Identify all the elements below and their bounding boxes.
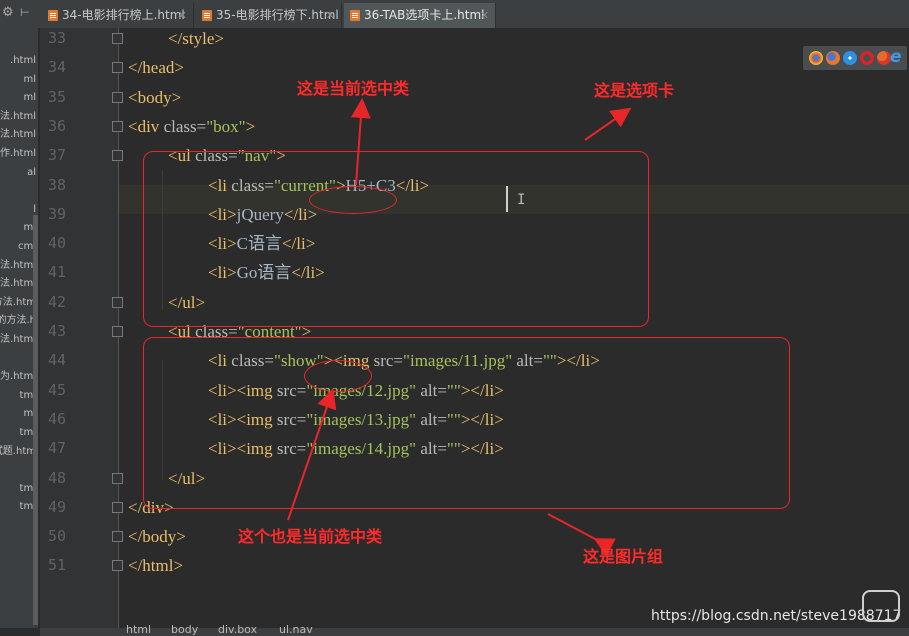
- annotation-arrows: [287, 98, 632, 557]
- breadcrumb-body[interactable]: body: [171, 624, 198, 636]
- current-arrow: [350, 98, 371, 186]
- tv-logo-icon: [862, 590, 900, 622]
- show-arrow: [287, 388, 337, 521]
- annotation-image-group: 这是图片组: [583, 547, 664, 566]
- breadcrumb-ul-nav[interactable]: ul.nav: [279, 624, 313, 636]
- annotation-tab-card: 这是选项卡: [594, 81, 675, 100]
- annotation-current-class: 这是当前选中类: [297, 79, 410, 98]
- tab-card-arrow: [584, 107, 632, 141]
- image-group-arrow: [547, 513, 616, 557]
- breadcrumb-div-box[interactable]: div.box: [218, 624, 257, 636]
- breadcrumb-html[interactable]: html: [126, 624, 151, 636]
- annotation-show-class: 这个也是当前选中类: [238, 527, 383, 546]
